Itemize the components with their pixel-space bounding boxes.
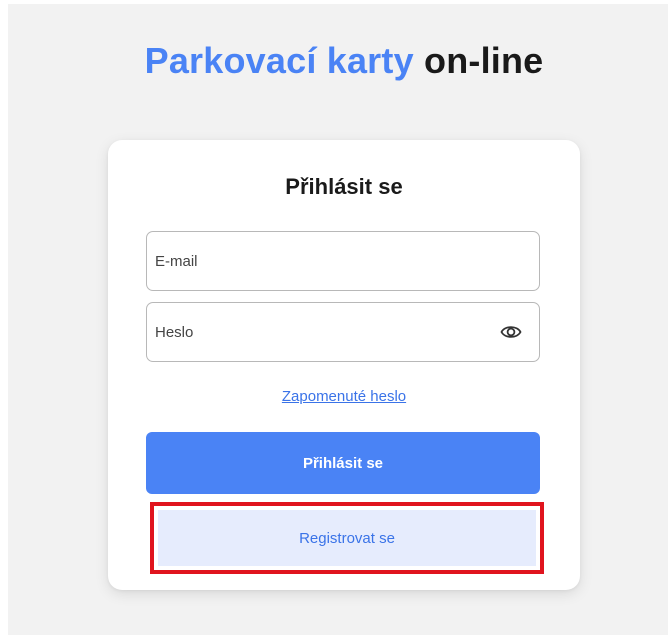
app-title-accent: Parkovací karty xyxy=(144,40,414,81)
register-highlight-outline: Registrovat se xyxy=(150,502,544,574)
app-title: Parkovací karty on-line xyxy=(0,40,668,82)
password-field[interactable] xyxy=(146,302,540,362)
password-input[interactable] xyxy=(147,303,539,361)
login-card: Přihlásit se Zapomenuté heslo Přihlásit … xyxy=(108,140,580,590)
forgot-password-link[interactable]: Zapomenuté heslo xyxy=(108,388,580,405)
register-button[interactable]: Registrovat se xyxy=(158,510,536,566)
eye-icon[interactable] xyxy=(499,320,523,344)
email-field[interactable] xyxy=(146,231,540,291)
app-title-rest: on-line xyxy=(424,40,544,81)
login-title: Přihlásit se xyxy=(285,174,403,199)
email-input[interactable] xyxy=(147,232,539,290)
login-button[interactable]: Přihlásit se xyxy=(146,432,540,494)
